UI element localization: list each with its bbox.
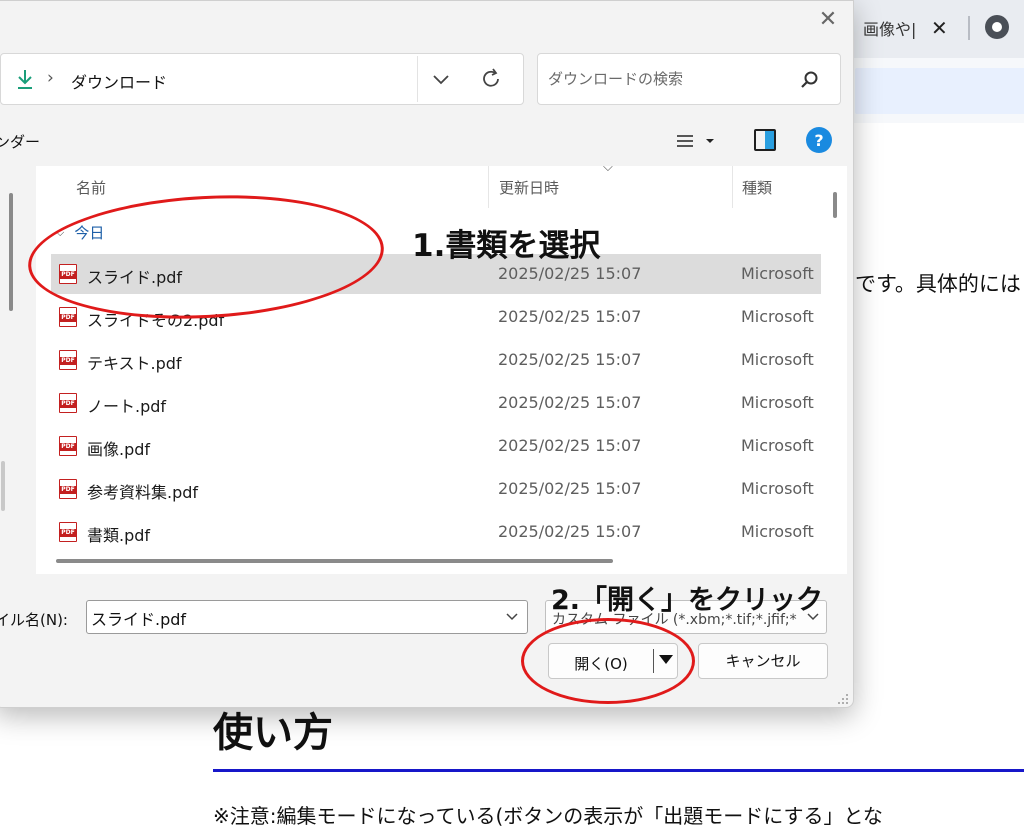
breadcrumb-location[interactable]: ダウンロード	[71, 69, 167, 93]
annotation-step2: 2.「開く」をクリック	[551, 585, 824, 616]
pdf-file-icon: PDF	[59, 479, 77, 499]
column-header-type[interactable]: 種類	[742, 166, 772, 208]
column-header-date[interactable]: 更新日時	[499, 166, 559, 208]
preview-pane-icon[interactable]	[754, 129, 776, 151]
vertical-scrollbar[interactable]	[833, 192, 837, 218]
download-icon	[18, 70, 32, 89]
dialog-close-icon[interactable]: ✕	[813, 7, 843, 35]
tab-close-icon[interactable]: ✕	[931, 16, 948, 40]
address-bar[interactable]: › ダウンロード	[0, 53, 524, 105]
navigation-splitter[interactable]	[1, 461, 5, 511]
file-name: テキスト.pdf	[87, 354, 182, 373]
file-type: Microsoft	[741, 307, 814, 326]
heading-underline	[213, 769, 1024, 772]
horizontal-scrollbar[interactable]	[56, 559, 613, 563]
address-divider	[417, 56, 418, 102]
file-row[interactable]: PDF 書類.pdf 2025/02/25 15:07 Microsoft	[51, 512, 821, 552]
file-type: Microsoft	[741, 436, 814, 455]
column-header-name[interactable]: 名前	[76, 166, 106, 208]
browser-tab-title: 画像や|	[863, 20, 917, 39]
chevron-down-icon[interactable]	[505, 611, 519, 623]
filename-input[interactable]	[91, 607, 491, 629]
file-row[interactable]: PDF 画像.pdf 2025/02/25 15:07 Microsoft	[51, 426, 821, 466]
file-name: 参考資料集.pdf	[87, 483, 199, 502]
help-icon[interactable]: ?	[806, 127, 832, 153]
file-type: Microsoft	[741, 522, 814, 541]
search-input[interactable]	[548, 66, 788, 92]
file-type: Microsoft	[741, 479, 814, 498]
file-date: 2025/02/25 15:07	[498, 436, 642, 455]
caret-down-icon	[706, 139, 714, 143]
file-row[interactable]: PDF テキスト.pdf 2025/02/25 15:07 Microsoft	[51, 340, 821, 380]
file-row[interactable]: PDF ノート.pdf 2025/02/25 15:07 Microsoft	[51, 383, 821, 423]
filename-label: イル名(N):	[0, 611, 68, 629]
annotation-step1: 1.書類を選択	[412, 228, 601, 264]
refresh-icon[interactable]	[479, 66, 503, 92]
search-box	[537, 53, 841, 105]
filename-combobox	[86, 600, 528, 634]
pdf-file-icon: PDF	[59, 393, 77, 413]
navigation-scrollbar[interactable]	[9, 193, 13, 311]
tab-separator	[968, 16, 970, 40]
pdf-file-icon: PDF	[59, 436, 77, 456]
file-name: ノート.pdf	[87, 397, 167, 416]
column-divider[interactable]	[488, 166, 489, 208]
chevron-down-icon[interactable]	[429, 68, 453, 90]
file-name: 画像.pdf	[87, 440, 151, 459]
page-note-text: ※注意:編集モードになっている(ボタンの表示が「出題モードにする」とな	[213, 804, 883, 828]
file-date: 2025/02/25 15:07	[498, 393, 642, 412]
sort-caret-icon: ⌵	[603, 160, 613, 175]
pdf-file-icon: PDF	[59, 522, 77, 542]
browser-address-bar[interactable]	[855, 68, 1024, 114]
cancel-button[interactable]: キャンセル	[698, 643, 828, 679]
file-row[interactable]: PDF 参考資料集.pdf 2025/02/25 15:07 Microsoft	[51, 469, 821, 509]
pdf-file-icon: PDF	[59, 350, 77, 370]
file-date: 2025/02/25 15:07	[498, 307, 642, 326]
file-date: 2025/02/25 15:07	[498, 350, 642, 369]
browser-tab[interactable]: 画像や| ✕	[855, 0, 970, 56]
resize-grip-icon[interactable]	[835, 691, 849, 705]
navigation-pane[interactable]	[1, 166, 29, 574]
file-date: 2025/02/25 15:07	[498, 264, 642, 283]
file-type: Microsoft	[741, 393, 814, 412]
chrome-icon[interactable]	[985, 15, 1009, 39]
file-date: 2025/02/25 15:07	[498, 522, 642, 541]
new-folder-label[interactable]: ンダー	[0, 131, 40, 152]
file-date: 2025/02/25 15:07	[498, 479, 642, 498]
file-name: 書類.pdf	[87, 526, 151, 545]
breadcrumb-chevron-icon: ›	[47, 68, 54, 88]
view-options-button[interactable]	[675, 126, 725, 156]
page-body-text: です。具体的には	[855, 272, 1021, 296]
file-type: Microsoft	[741, 264, 814, 283]
pdf-file-icon: PDF	[59, 307, 77, 327]
page-heading: 使い方	[213, 710, 333, 756]
column-divider[interactable]	[732, 166, 733, 208]
file-type: Microsoft	[741, 350, 814, 369]
search-icon[interactable]	[800, 70, 820, 90]
list-view-icon	[677, 135, 693, 147]
annotation-circle-open	[521, 618, 695, 704]
